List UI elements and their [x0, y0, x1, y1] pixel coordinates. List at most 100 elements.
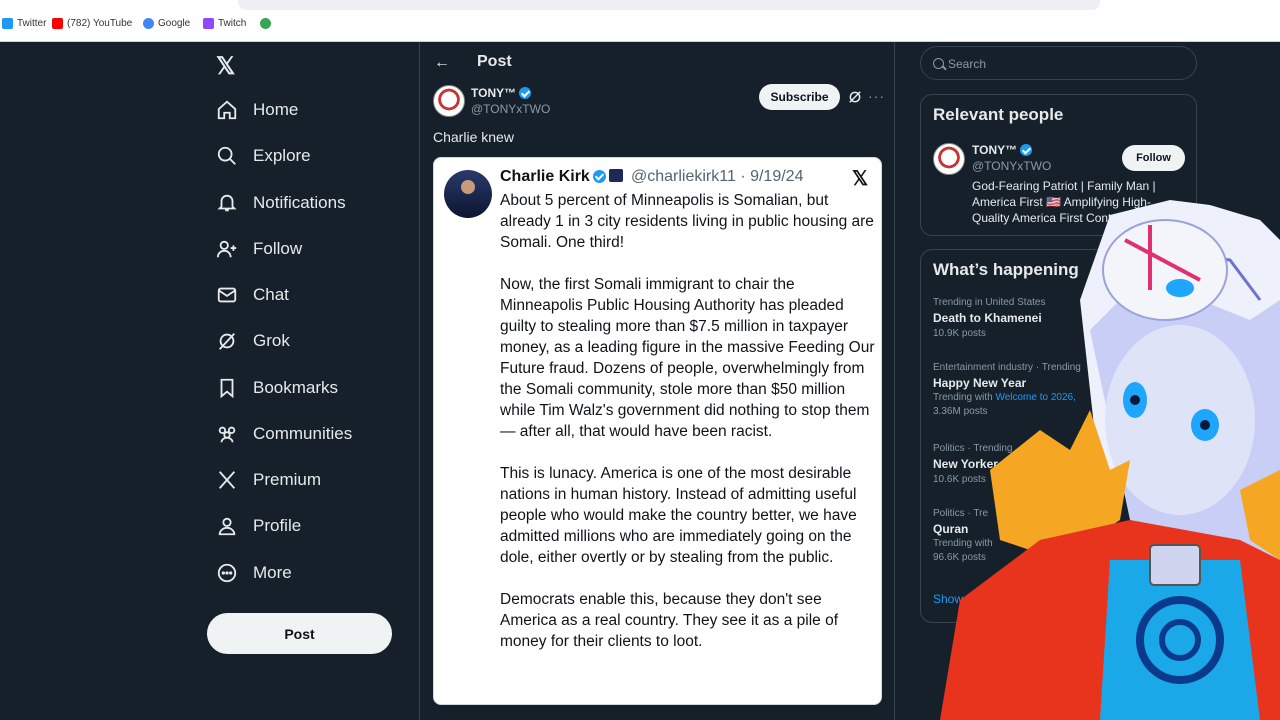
twitch-icon [203, 18, 214, 29]
nav-label: Profile [253, 516, 302, 535]
x-logo-icon: 𝕏 [852, 168, 869, 190]
trend-item[interactable]: Politics · Trending New Yorker 10.6K pos… [933, 443, 1012, 485]
trend-count: 3.36M posts [933, 406, 988, 417]
grok-icon [218, 333, 236, 350]
address-bar[interactable] [238, 0, 1100, 10]
nav-more[interactable]: More [216, 558, 292, 588]
follow-button[interactable]: Follow [1122, 145, 1185, 171]
trend-count: 96.6K posts [933, 552, 986, 563]
embed-paragraph: Now, the first Somali immigrant to chair… [500, 276, 875, 440]
nav-premium[interactable]: Premium [216, 465, 321, 495]
embed-paragraph: Democrats enable this, because they don'… [500, 591, 839, 650]
trend-title: Death to Khamenei [933, 311, 1042, 325]
nav-label: Follow [253, 239, 303, 258]
x-logo[interactable]: 𝕏 [216, 52, 235, 81]
trend-with: Trending with Welcome to 2026, [933, 392, 1081, 403]
verified-badge-icon [592, 170, 606, 183]
google-icon [260, 18, 271, 29]
page-title: Post [477, 53, 512, 70]
back-arrow-icon[interactable]: ← [434, 54, 450, 72]
more-options-icon[interactable]: ··· [868, 88, 885, 104]
avatar[interactable] [933, 143, 965, 175]
embed-paragraph: About 5 percent of Minneapolis is Somali… [500, 192, 874, 251]
trend-count: 10.6K posts [933, 474, 986, 485]
trend-item[interactable]: Politics · Tre Quran Trending with 96.6K… [933, 508, 993, 563]
nav-home[interactable]: Home [216, 95, 298, 125]
post-column: ← Post TONY™ @TONYxTWO Subscribe ··· Cha… [419, 42, 895, 720]
search-input[interactable]: Search [920, 46, 1197, 80]
nav-bookmarks[interactable]: Bookmarks [216, 373, 338, 403]
nav-label: Grok [253, 331, 290, 350]
nav-label: Bookmarks [253, 378, 339, 397]
nav-notifications[interactable]: Notifications [216, 188, 346, 218]
nav-label: Chat [253, 285, 289, 304]
bookmark-youtube[interactable]: (782) YouTube [52, 18, 132, 29]
search-icon [217, 146, 236, 165]
nav-label: Notifications [253, 193, 346, 212]
nav-label: More [253, 563, 292, 582]
search-icon [933, 58, 944, 69]
person-name-text: TONY™ [972, 143, 1018, 157]
author-name[interactable]: TONY™ [471, 86, 532, 100]
embed-body: About 5 percent of Minneapolis is Somali… [500, 190, 875, 673]
embedded-image[interactable]: Charlie Kirk @charliekirk11 · 9/19/24 𝕏 … [433, 157, 882, 705]
nav-chat[interactable]: Chat [216, 280, 289, 310]
nav-label: Communities [253, 424, 353, 443]
author-handle[interactable]: @TONYxTWO [471, 102, 550, 116]
trend-title: Quran [933, 522, 969, 536]
trend-title: New Yorker [933, 457, 998, 471]
author-name-text: TONY™ [471, 86, 517, 100]
avatar[interactable] [433, 85, 465, 117]
person-add-icon [216, 240, 237, 258]
verified-badge-icon [519, 87, 532, 99]
whats-happening-panel: What’s happening Trending in United Stat… [920, 249, 1197, 623]
bell-icon [217, 194, 237, 212]
communities-icon [218, 426, 236, 443]
person-name[interactable]: TONY™ [972, 143, 1033, 157]
bookmark-google-2[interactable] [260, 18, 271, 29]
x-icon [218, 471, 236, 489]
nav-communities[interactable]: Communities [216, 419, 352, 449]
home-icon [217, 100, 237, 120]
subscribe-button[interactable]: Subscribe [759, 84, 840, 110]
more-circle-icon [217, 563, 237, 583]
verified-badge-icon [1020, 144, 1033, 156]
nav-grok[interactable]: Grok [216, 326, 290, 356]
embed-author-name: Charlie Kirk [500, 168, 626, 186]
trend-item[interactable]: Entertainment industry · Trending Happy … [933, 362, 1081, 417]
bookmark-label: Google [158, 18, 191, 29]
bookmark-google[interactable]: Google [143, 18, 190, 29]
google-icon [143, 18, 154, 29]
nav-profile[interactable]: Profile [216, 511, 301, 541]
x-app: 𝕏 Home Explore Notifications Follow Chat… [0, 42, 1280, 720]
trend-context: Politics · Trending [933, 443, 1013, 454]
twitter-icon [2, 18, 13, 29]
nav-follow[interactable]: Follow [216, 234, 302, 264]
nav-explore[interactable]: Explore [216, 141, 311, 171]
trend-with: Trending with [933, 538, 993, 549]
trend-context: Politics · Tre [933, 508, 989, 519]
trend-count: 10.9K posts [933, 328, 986, 339]
embed-author-name-text: Charlie Kirk [500, 168, 590, 185]
trend-item[interactable]: Trending in United States Death to Khame… [933, 297, 1045, 339]
browser-chrome: Twitter (782) YouTube Google Twitch [0, 0, 1280, 42]
search-placeholder: Search [948, 57, 987, 71]
person-handle[interactable]: @TONYxTWO [972, 159, 1051, 173]
person-bio: God-Fearing Patriot | Family Man | Ameri… [972, 179, 1156, 225]
bookmark-twitch[interactable]: Twitch [203, 18, 246, 29]
embed-paragraph: This is lunacy. America is one of the mo… [500, 465, 857, 566]
embed-handle-date: @charliekirk11 · 9/19/24 [631, 168, 804, 185]
bookmark-label: Twitch [218, 18, 247, 29]
bookmark-twitter[interactable]: Twitter [2, 18, 46, 29]
bookmark-label: Twitter [17, 18, 47, 29]
show-more-link[interactable]: Show [933, 592, 963, 606]
grok-icon[interactable] [848, 90, 862, 104]
person-icon [218, 517, 236, 536]
trend-context: Entertainment industry · Trending [933, 362, 1081, 373]
post-button[interactable]: Post [207, 613, 392, 654]
trend-link[interactable]: Welcome to 2026, [995, 392, 1075, 403]
bookmark-icon [220, 378, 234, 399]
nav-label: Home [253, 100, 299, 119]
trend-context: Trending in United States [933, 297, 1046, 308]
post-text: Charlie knew [433, 129, 514, 145]
